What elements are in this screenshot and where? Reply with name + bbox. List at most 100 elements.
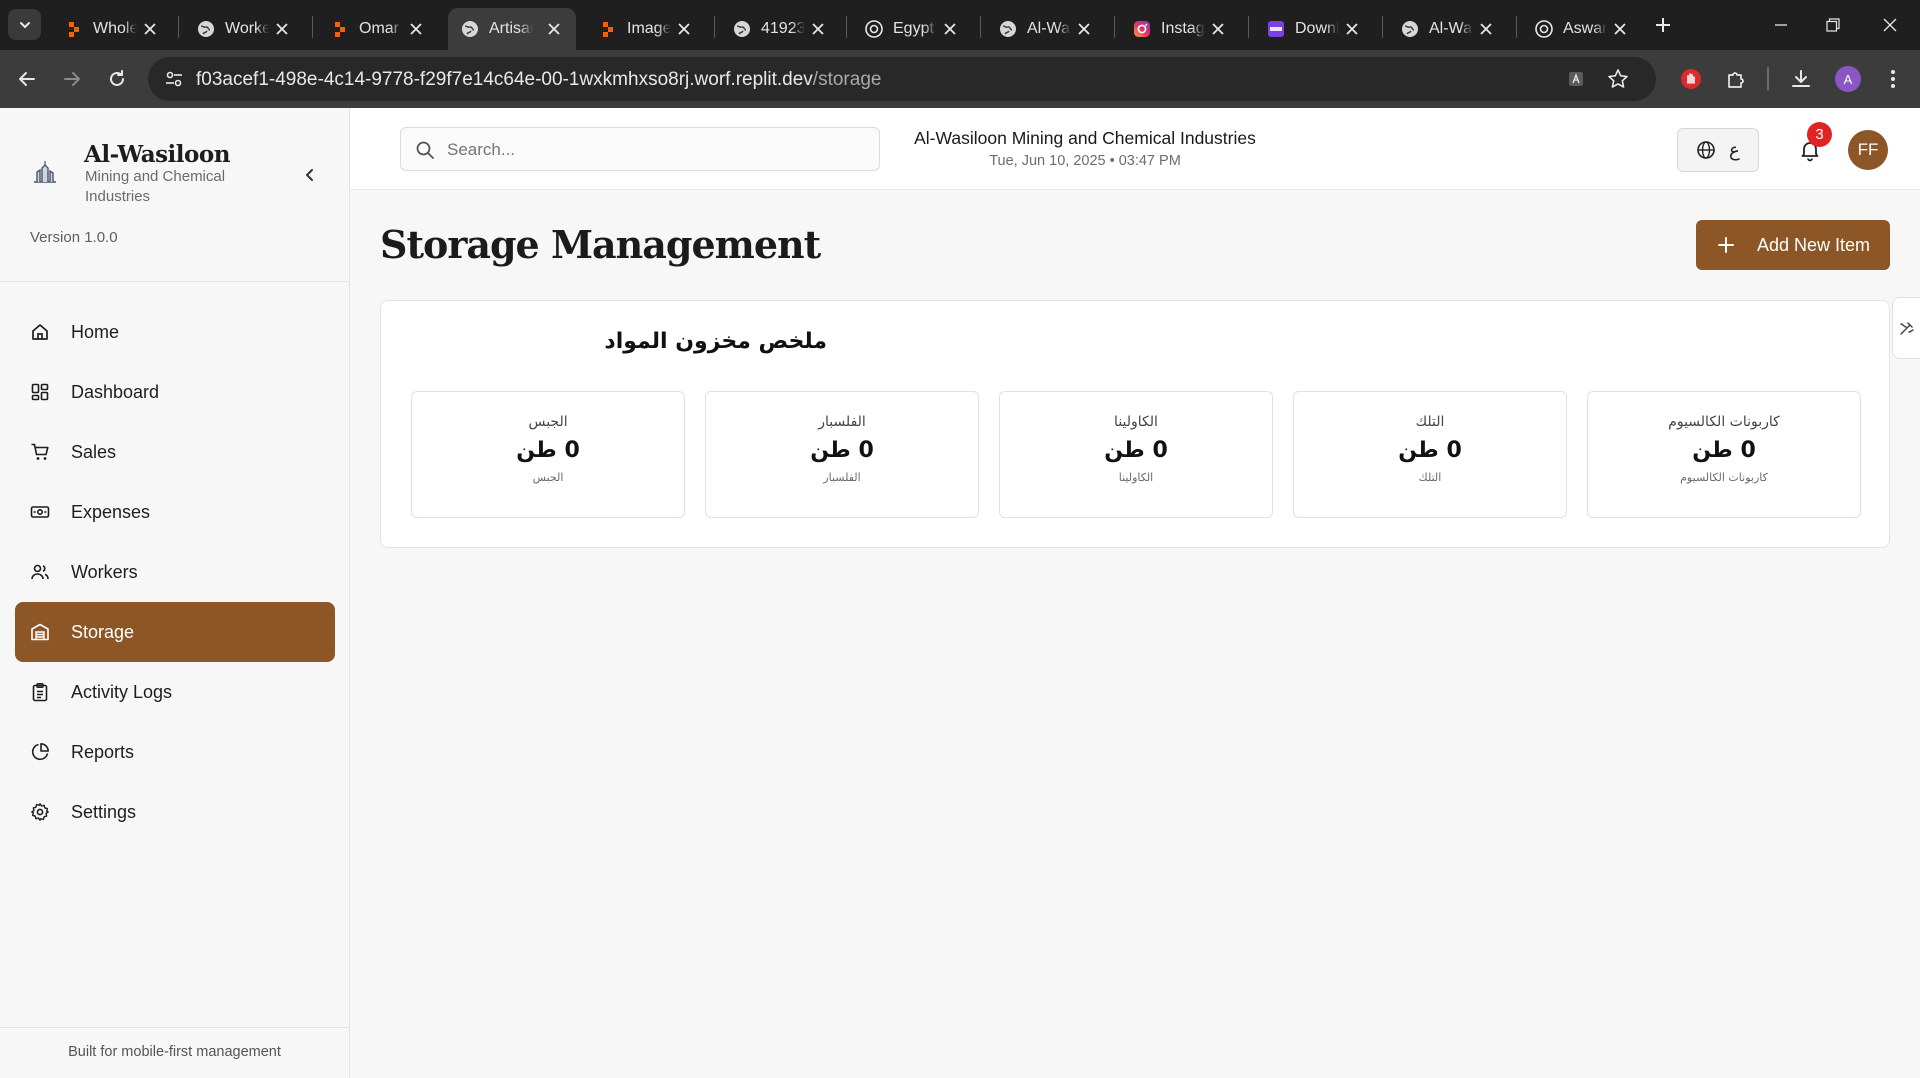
sidebar-item-reports[interactable]: Reports [15, 722, 335, 782]
instagram-icon [1132, 20, 1151, 39]
browser-tab[interactable]: Al-Wa [1388, 8, 1508, 50]
close-icon[interactable] [808, 19, 828, 39]
extension-button[interactable] [1676, 64, 1706, 94]
chevron-down-icon [19, 21, 30, 28]
stat-card: الكاولينا 0 طن الكاولينا [999, 391, 1273, 518]
browser-tab[interactable]: Aswan [1522, 8, 1642, 50]
close-icon[interactable] [1208, 19, 1228, 39]
browser-tab-active[interactable]: Artisan [448, 8, 576, 50]
sidebar-item-settings[interactable]: Settings [15, 782, 335, 842]
replit-icon [598, 20, 617, 39]
sidebar-item-activity-logs[interactable]: Activity Logs [15, 662, 335, 722]
downloads-button[interactable] [1786, 64, 1816, 94]
sidebar-item-label: Activity Logs [71, 681, 173, 702]
sidebar: Al-Wasiloon Mining and Chemical Industri… [0, 108, 350, 1078]
more-vertical-icon [1891, 70, 1895, 88]
globe-icon [460, 20, 479, 39]
replit-icon [64, 20, 83, 39]
bookmark-star-icon[interactable] [1606, 67, 1630, 91]
stats-row: كاربونات الكالسيوم 0 طن كاربونات الكالسي… [411, 391, 1861, 518]
browser-tab[interactable]: ImageI [586, 8, 706, 50]
restore-icon [1826, 18, 1840, 32]
globe-icon [732, 20, 751, 39]
close-icon[interactable] [1074, 19, 1094, 39]
sidebar-item-label: Reports [71, 741, 135, 762]
sidebar-footer: Built for mobile-first management [68, 1044, 281, 1060]
extensions-menu-button[interactable] [1721, 64, 1751, 94]
close-icon[interactable] [1476, 19, 1496, 39]
collapse-sidebar-button[interactable] [298, 163, 322, 187]
stat-subtitle: كاربونات الكالسيوم [1680, 471, 1768, 484]
back-button[interactable] [12, 64, 42, 94]
browser-tab[interactable]: Downl [1254, 8, 1374, 50]
close-icon[interactable] [1610, 19, 1630, 39]
url-text: f03acef1-498e-4c14-9778-f29f7e14c64e-00-… [196, 69, 881, 91]
close-icon[interactable] [940, 19, 960, 39]
stat-subtitle: الكاولينا [1118, 471, 1154, 484]
floating-side-tab[interactable] [1892, 297, 1920, 359]
translate-icon[interactable] [1564, 67, 1588, 91]
sidebar-item-label: Workers [71, 561, 138, 582]
dashboard-icon [29, 381, 51, 403]
close-icon[interactable] [140, 19, 160, 39]
address-bar[interactable]: f03acef1-498e-4c14-9778-f29f7e14c64e-00-… [148, 57, 1656, 101]
url-host: f03acef1-498e-4c14-9778-f29f7e14c64e-00-… [196, 69, 813, 90]
summary-title: ملخص مخزون المواد [604, 329, 827, 354]
sidebar-item-sales[interactable]: Sales [15, 422, 335, 482]
search-box [400, 127, 880, 171]
sidebar-item-dashboard[interactable]: Dashboard [15, 362, 335, 422]
close-icon[interactable] [406, 19, 426, 39]
browser-tab[interactable]: Worke [184, 8, 304, 50]
sidebar-item-home[interactable]: Home [15, 302, 335, 362]
sidebar-nav: Home Dashboard Sales Expenses Workers St… [15, 302, 335, 842]
close-icon[interactable] [544, 19, 564, 39]
app-header: Al-Wasiloon Mining and Chemical Industri… [350, 108, 1920, 190]
restore-button[interactable] [1818, 10, 1848, 40]
window-close-button[interactable] [1875, 10, 1905, 40]
browser-tab[interactable]: Al-Was [986, 8, 1106, 50]
browser-menu-button[interactable] [1878, 64, 1908, 94]
reload-button[interactable] [102, 64, 132, 94]
add-new-item-label: Add New Item [1757, 234, 1871, 255]
sidebar-item-label: Expenses [71, 501, 151, 522]
globe-icon [998, 20, 1017, 39]
close-icon[interactable] [674, 19, 694, 39]
sidebar-item-expenses[interactable]: Expenses [15, 482, 335, 542]
user-avatar[interactable]: FF [1848, 130, 1888, 170]
browser-tab[interactable]: Instag [1120, 8, 1240, 50]
reload-icon [110, 70, 124, 86]
hand-stop-icon [1681, 69, 1701, 89]
minimize-icon [1775, 24, 1787, 26]
stat-name: كاربونات الكالسيوم [1668, 414, 1780, 430]
sidebar-item-workers[interactable]: Workers [15, 542, 335, 602]
brand-logo-icon [30, 156, 60, 186]
site-info-button[interactable] [160, 65, 188, 93]
sidebar-item-storage[interactable]: Storage [15, 602, 335, 662]
tab-search-button[interactable] [8, 9, 41, 40]
language-toggle-button[interactable]: ع [1677, 128, 1759, 172]
stat-card: كاربونات الكالسيوم 0 طن كاربونات الكالسي… [1587, 391, 1861, 518]
browser-tab[interactable]: Whole [52, 8, 172, 50]
gear-icon [29, 801, 51, 823]
pie-chart-icon [29, 741, 51, 763]
profile-avatar[interactable]: A [1835, 66, 1861, 92]
minimize-button[interactable] [1766, 10, 1796, 40]
add-new-item-button[interactable]: Add New Item [1696, 220, 1890, 270]
stat-value: 0 طن [810, 438, 874, 463]
browser-toolbar: f03acef1-498e-4c14-9778-f29f7e14c64e-00-… [0, 50, 1920, 108]
forward-button[interactable] [57, 64, 87, 94]
page-title: Storage Management [380, 222, 821, 267]
close-icon[interactable] [272, 19, 292, 39]
browser-tab[interactable]: Egypt [852, 8, 972, 50]
current-datetime: Tue, Jun 10, 2025 • 03:47 PM [989, 153, 1181, 169]
stat-subtitle: الفلسبار [823, 471, 861, 484]
stat-name: التلك [1415, 414, 1445, 430]
browser-tab[interactable]: Omar a [318, 8, 438, 50]
sidebar-item-label: Dashboard [71, 381, 160, 402]
search-input[interactable] [447, 136, 867, 164]
close-icon[interactable] [1342, 19, 1362, 39]
browser-tab[interactable]: 41923 [720, 8, 840, 50]
openai-icon [1534, 20, 1553, 39]
globe-icon [1400, 20, 1419, 39]
new-tab-button[interactable] [1650, 12, 1676, 38]
